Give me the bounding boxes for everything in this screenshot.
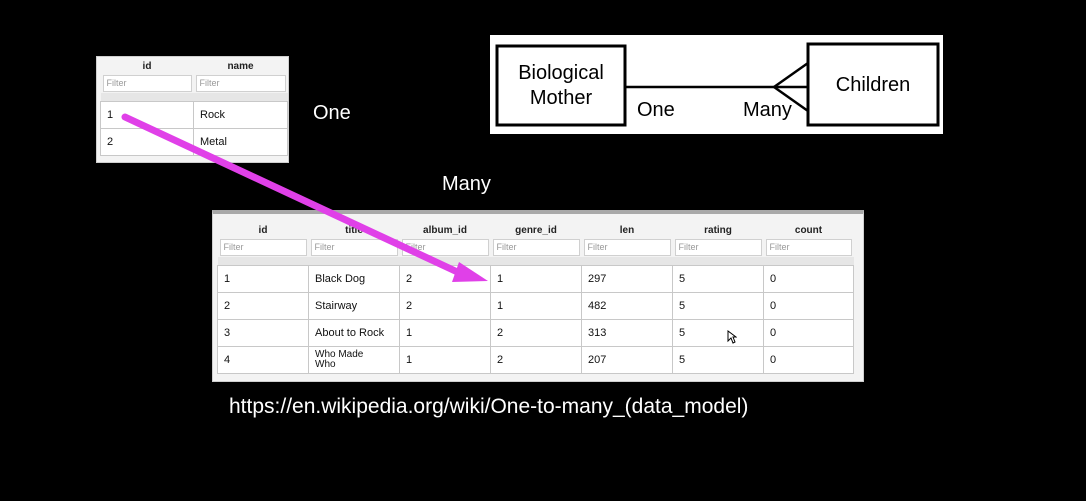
track-cell-id[interactable]: 3 <box>217 319 309 347</box>
track-cell-genre-id[interactable]: 2 <box>490 346 582 374</box>
reference-url[interactable]: https://en.wikipedia.org/wiki/One-to-man… <box>229 395 748 419</box>
track-id-filter-input[interactable]: Filter <box>219 238 307 256</box>
genre-table-panel: id name Filter Filter 1 Rock 2 Metal <box>96 56 289 163</box>
genre-table: id name Filter Filter 1 Rock 2 Metal <box>100 60 288 156</box>
track-col-album-id-header: album_id <box>423 225 467 236</box>
mother-entity-line2: Mother <box>529 87 593 109</box>
track-cell-len[interactable]: 482 <box>581 292 673 320</box>
track-col-count-header: count <box>794 225 823 236</box>
table-row[interactable]: 3 About to Rock 1 2 313 5 0 <box>217 319 854 347</box>
track-cell-rating[interactable]: 5 <box>672 346 764 374</box>
track-title-filter-input[interactable]: Filter <box>310 238 398 256</box>
track-len-filter-input[interactable]: Filter <box>583 238 671 256</box>
track-col-id-header: id <box>258 225 268 236</box>
track-album-id-filter-input[interactable]: Filter <box>401 238 489 256</box>
track-cell-count[interactable]: 0 <box>763 265 854 293</box>
track-col-rating-header: rating <box>704 225 732 236</box>
track-cell-title[interactable]: Black Dog <box>308 265 400 293</box>
mother-entity-box <box>495 44 627 127</box>
track-cell-len[interactable]: 297 <box>581 265 673 293</box>
track-table-panel: id title album_id genre_id len rating co… <box>212 210 864 382</box>
track-cell-album-id[interactable]: 2 <box>399 265 491 293</box>
table-row[interactable]: 1 Rock <box>100 101 288 129</box>
track-col-genre-id-header: genre_id <box>515 225 557 236</box>
genre-cell-id[interactable]: 1 <box>100 101 194 129</box>
track-cell-album-id[interactable]: 2 <box>399 292 491 320</box>
track-cell-len[interactable]: 313 <box>581 319 673 347</box>
crows-foot-upper <box>773 61 809 89</box>
one-label: One <box>313 102 351 124</box>
er-diagram: Biological Mother Children One Many <box>490 35 943 134</box>
many-cardinality-label: Many <box>743 99 792 121</box>
genre-cell-name[interactable]: Metal <box>193 128 288 156</box>
track-rating-filter-input[interactable]: Filter <box>674 238 762 256</box>
track-cell-count[interactable]: 0 <box>763 346 854 374</box>
track-title-wrapped: Who Made Who <box>315 349 364 370</box>
track-col-len-header: len <box>619 225 635 236</box>
track-genre-id-filter-input[interactable]: Filter <box>492 238 580 256</box>
track-cell-count[interactable]: 0 <box>763 319 854 347</box>
track-cell-genre-id[interactable]: 1 <box>490 265 582 293</box>
table-row[interactable]: 1 Black Dog 2 1 297 5 0 <box>217 265 854 293</box>
genre-cell-id[interactable]: 2 <box>100 128 194 156</box>
track-cell-title[interactable]: Stairway <box>308 292 400 320</box>
genre-name-filter-input[interactable]: Filter <box>195 74 286 92</box>
track-cell-title[interactable]: About to Rock <box>308 319 400 347</box>
table-row[interactable]: 4 Who Made Who 1 2 207 5 0 <box>217 346 854 374</box>
track-cell-genre-id[interactable]: 2 <box>490 319 582 347</box>
track-cell-id[interactable]: 2 <box>217 292 309 320</box>
one-cardinality-label: One <box>637 99 675 121</box>
track-cell-len[interactable]: 207 <box>581 346 673 374</box>
track-col-title-header: title <box>345 225 363 236</box>
genre-col-id-header: id <box>142 61 152 72</box>
track-cell-rating[interactable]: 5 <box>672 265 764 293</box>
genre-id-filter-input[interactable]: Filter <box>102 74 192 92</box>
track-cell-rating[interactable]: 5 <box>672 292 764 320</box>
track-cell-id[interactable]: 1 <box>217 265 309 293</box>
children-entity-label: Children <box>835 74 911 96</box>
track-cell-genre-id[interactable]: 1 <box>490 292 582 320</box>
many-label: Many <box>442 173 491 195</box>
mouse-cursor-icon <box>727 330 737 344</box>
table-row[interactable]: 2 Stairway 2 1 482 5 0 <box>217 292 854 320</box>
genre-col-name-header: name <box>227 61 254 72</box>
track-cell-album-id[interactable]: 1 <box>399 346 491 374</box>
track-count-filter-input[interactable]: Filter <box>765 238 852 256</box>
table-row[interactable]: 2 Metal <box>100 128 288 156</box>
track-cell-album-id[interactable]: 1 <box>399 319 491 347</box>
track-table: id title album_id genre_id len rating co… <box>217 224 854 374</box>
track-cell-rating[interactable]: 5 <box>672 319 764 347</box>
mother-entity-line1: Biological <box>518 62 604 84</box>
track-cell-title[interactable]: Who Made Who <box>308 346 400 374</box>
track-cell-id[interactable]: 4 <box>217 346 309 374</box>
track-cell-count[interactable]: 0 <box>763 292 854 320</box>
genre-cell-name[interactable]: Rock <box>193 101 288 129</box>
